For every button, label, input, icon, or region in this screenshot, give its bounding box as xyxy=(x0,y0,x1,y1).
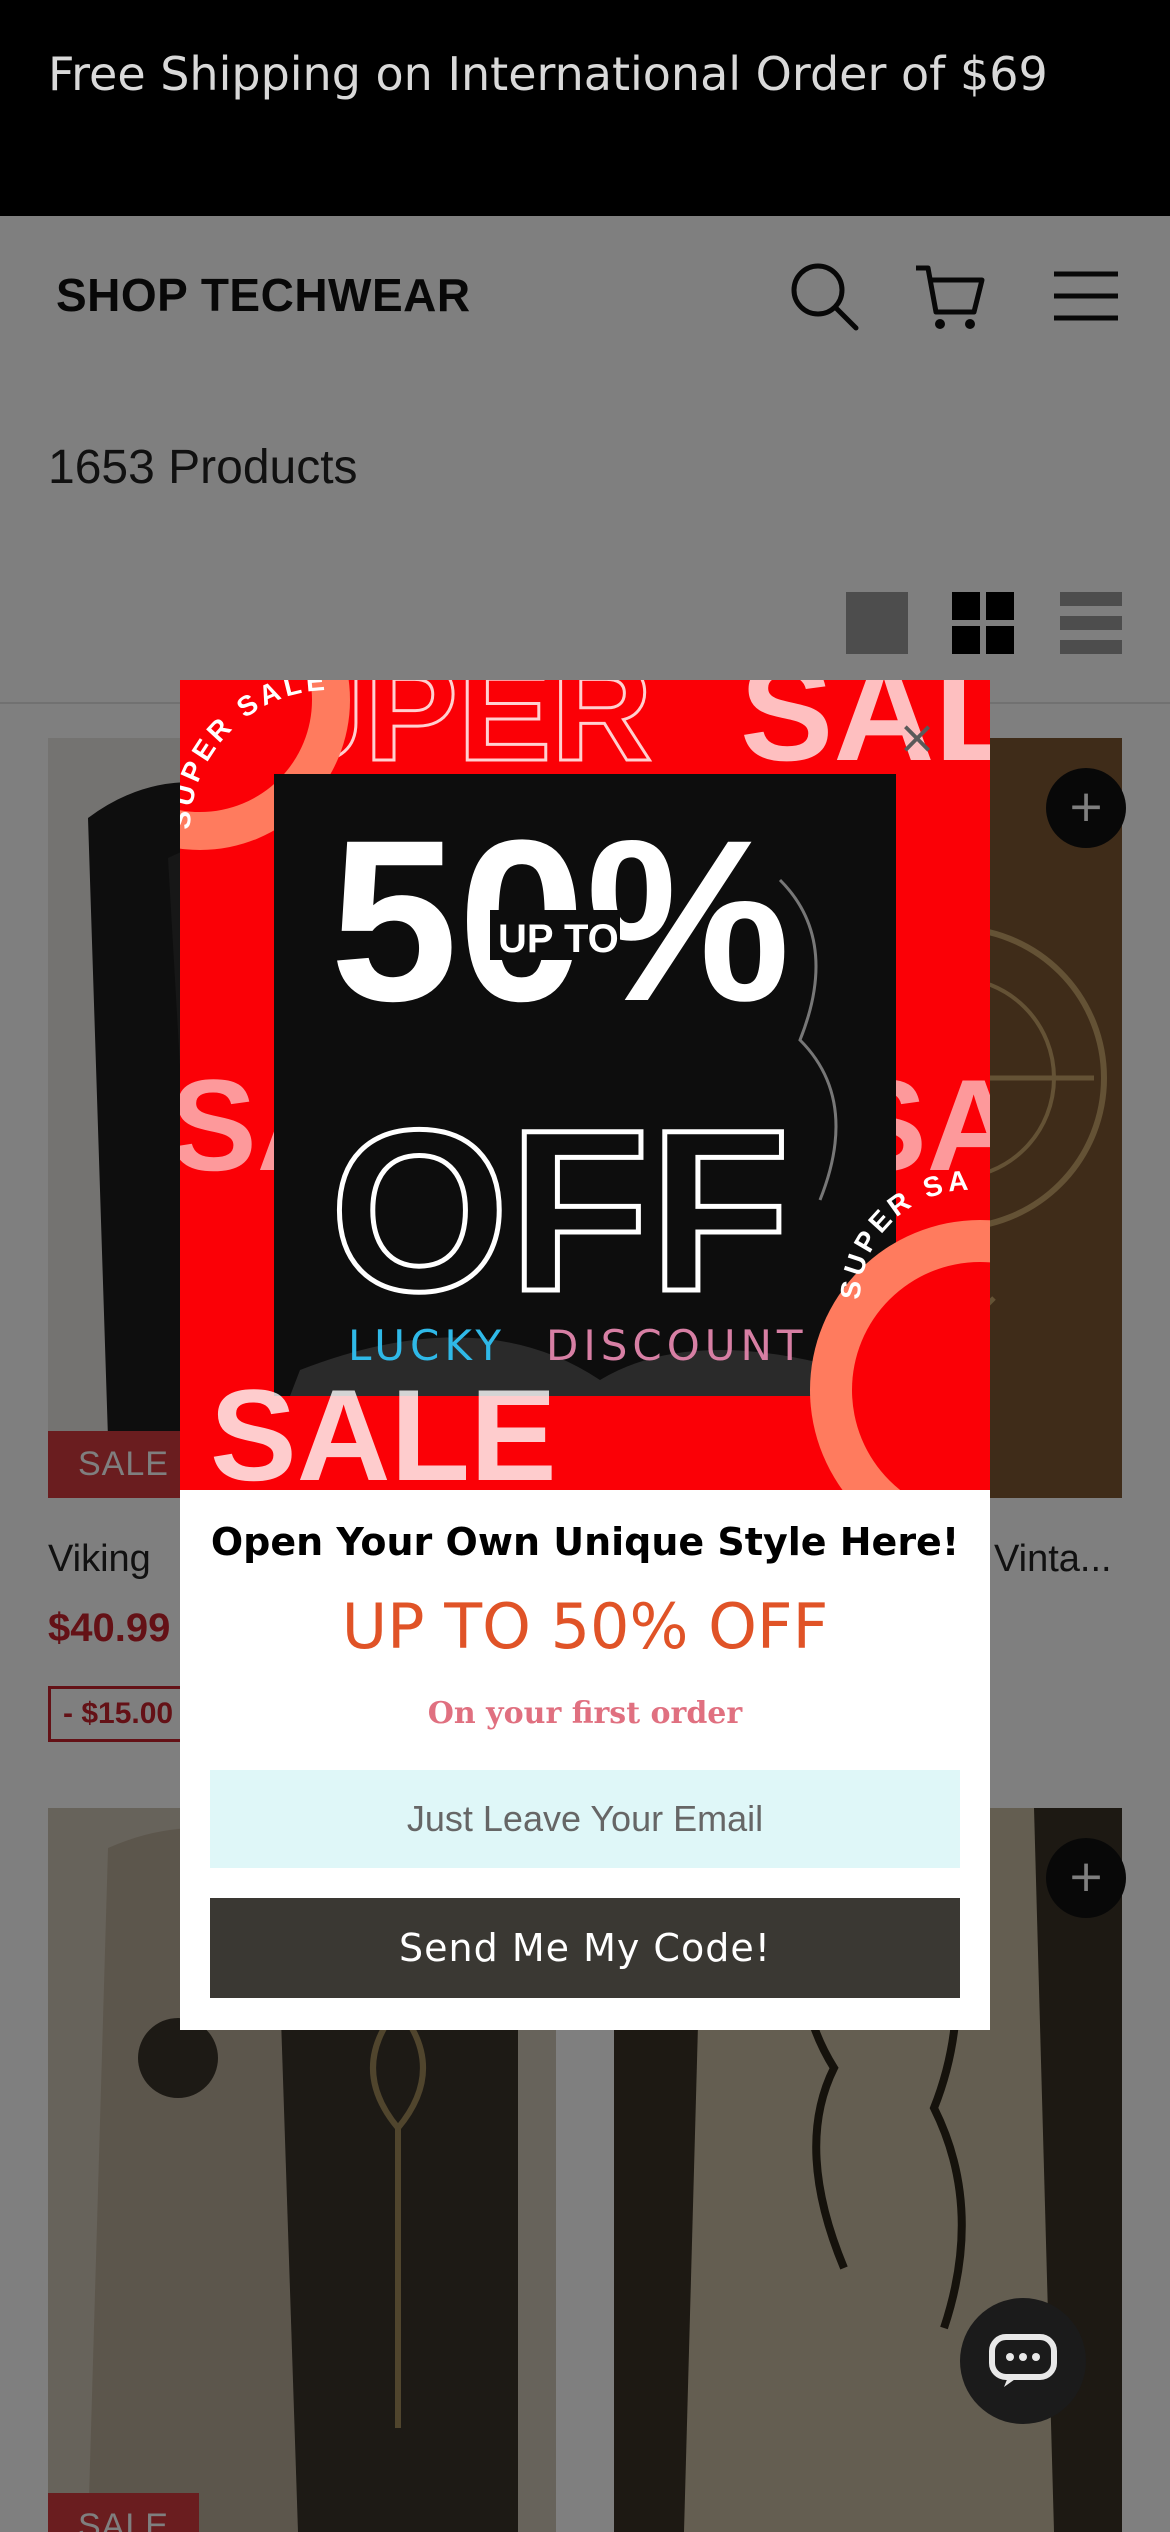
announcement-bar: Free Shipping on International Order of … xyxy=(0,0,1170,216)
banner-sale-bottom: SALE xyxy=(210,1362,557,1490)
up-to-label: UP TO xyxy=(498,917,619,961)
popup-offer: UP TO 50% OFF xyxy=(341,1590,829,1663)
banner-sale-top: SALE xyxy=(740,680,990,790)
announcement-text: Free Shipping on International Order of … xyxy=(48,47,1048,101)
discount-label: DISCOUNT xyxy=(546,1321,808,1370)
promo-banner: SUPER SALE SALE SALE SUPER SALE 50% UP T… xyxy=(180,680,990,1490)
popup-subtext: On your first order xyxy=(427,1696,743,1731)
email-field[interactable] xyxy=(210,1770,960,1868)
chat-icon xyxy=(989,2334,1057,2387)
send-code-button[interactable]: Send Me My Code! xyxy=(210,1898,960,1998)
close-icon[interactable]: × xyxy=(892,712,942,762)
off-outline: OFF xyxy=(330,1082,790,1339)
popup-headline: Open Your Own Unique Style Here! xyxy=(210,1520,960,1564)
discount-popup: SUPER SALE SALE SALE SUPER SALE 50% UP T… xyxy=(180,680,990,2030)
chat-button[interactable] xyxy=(960,2298,1086,2424)
